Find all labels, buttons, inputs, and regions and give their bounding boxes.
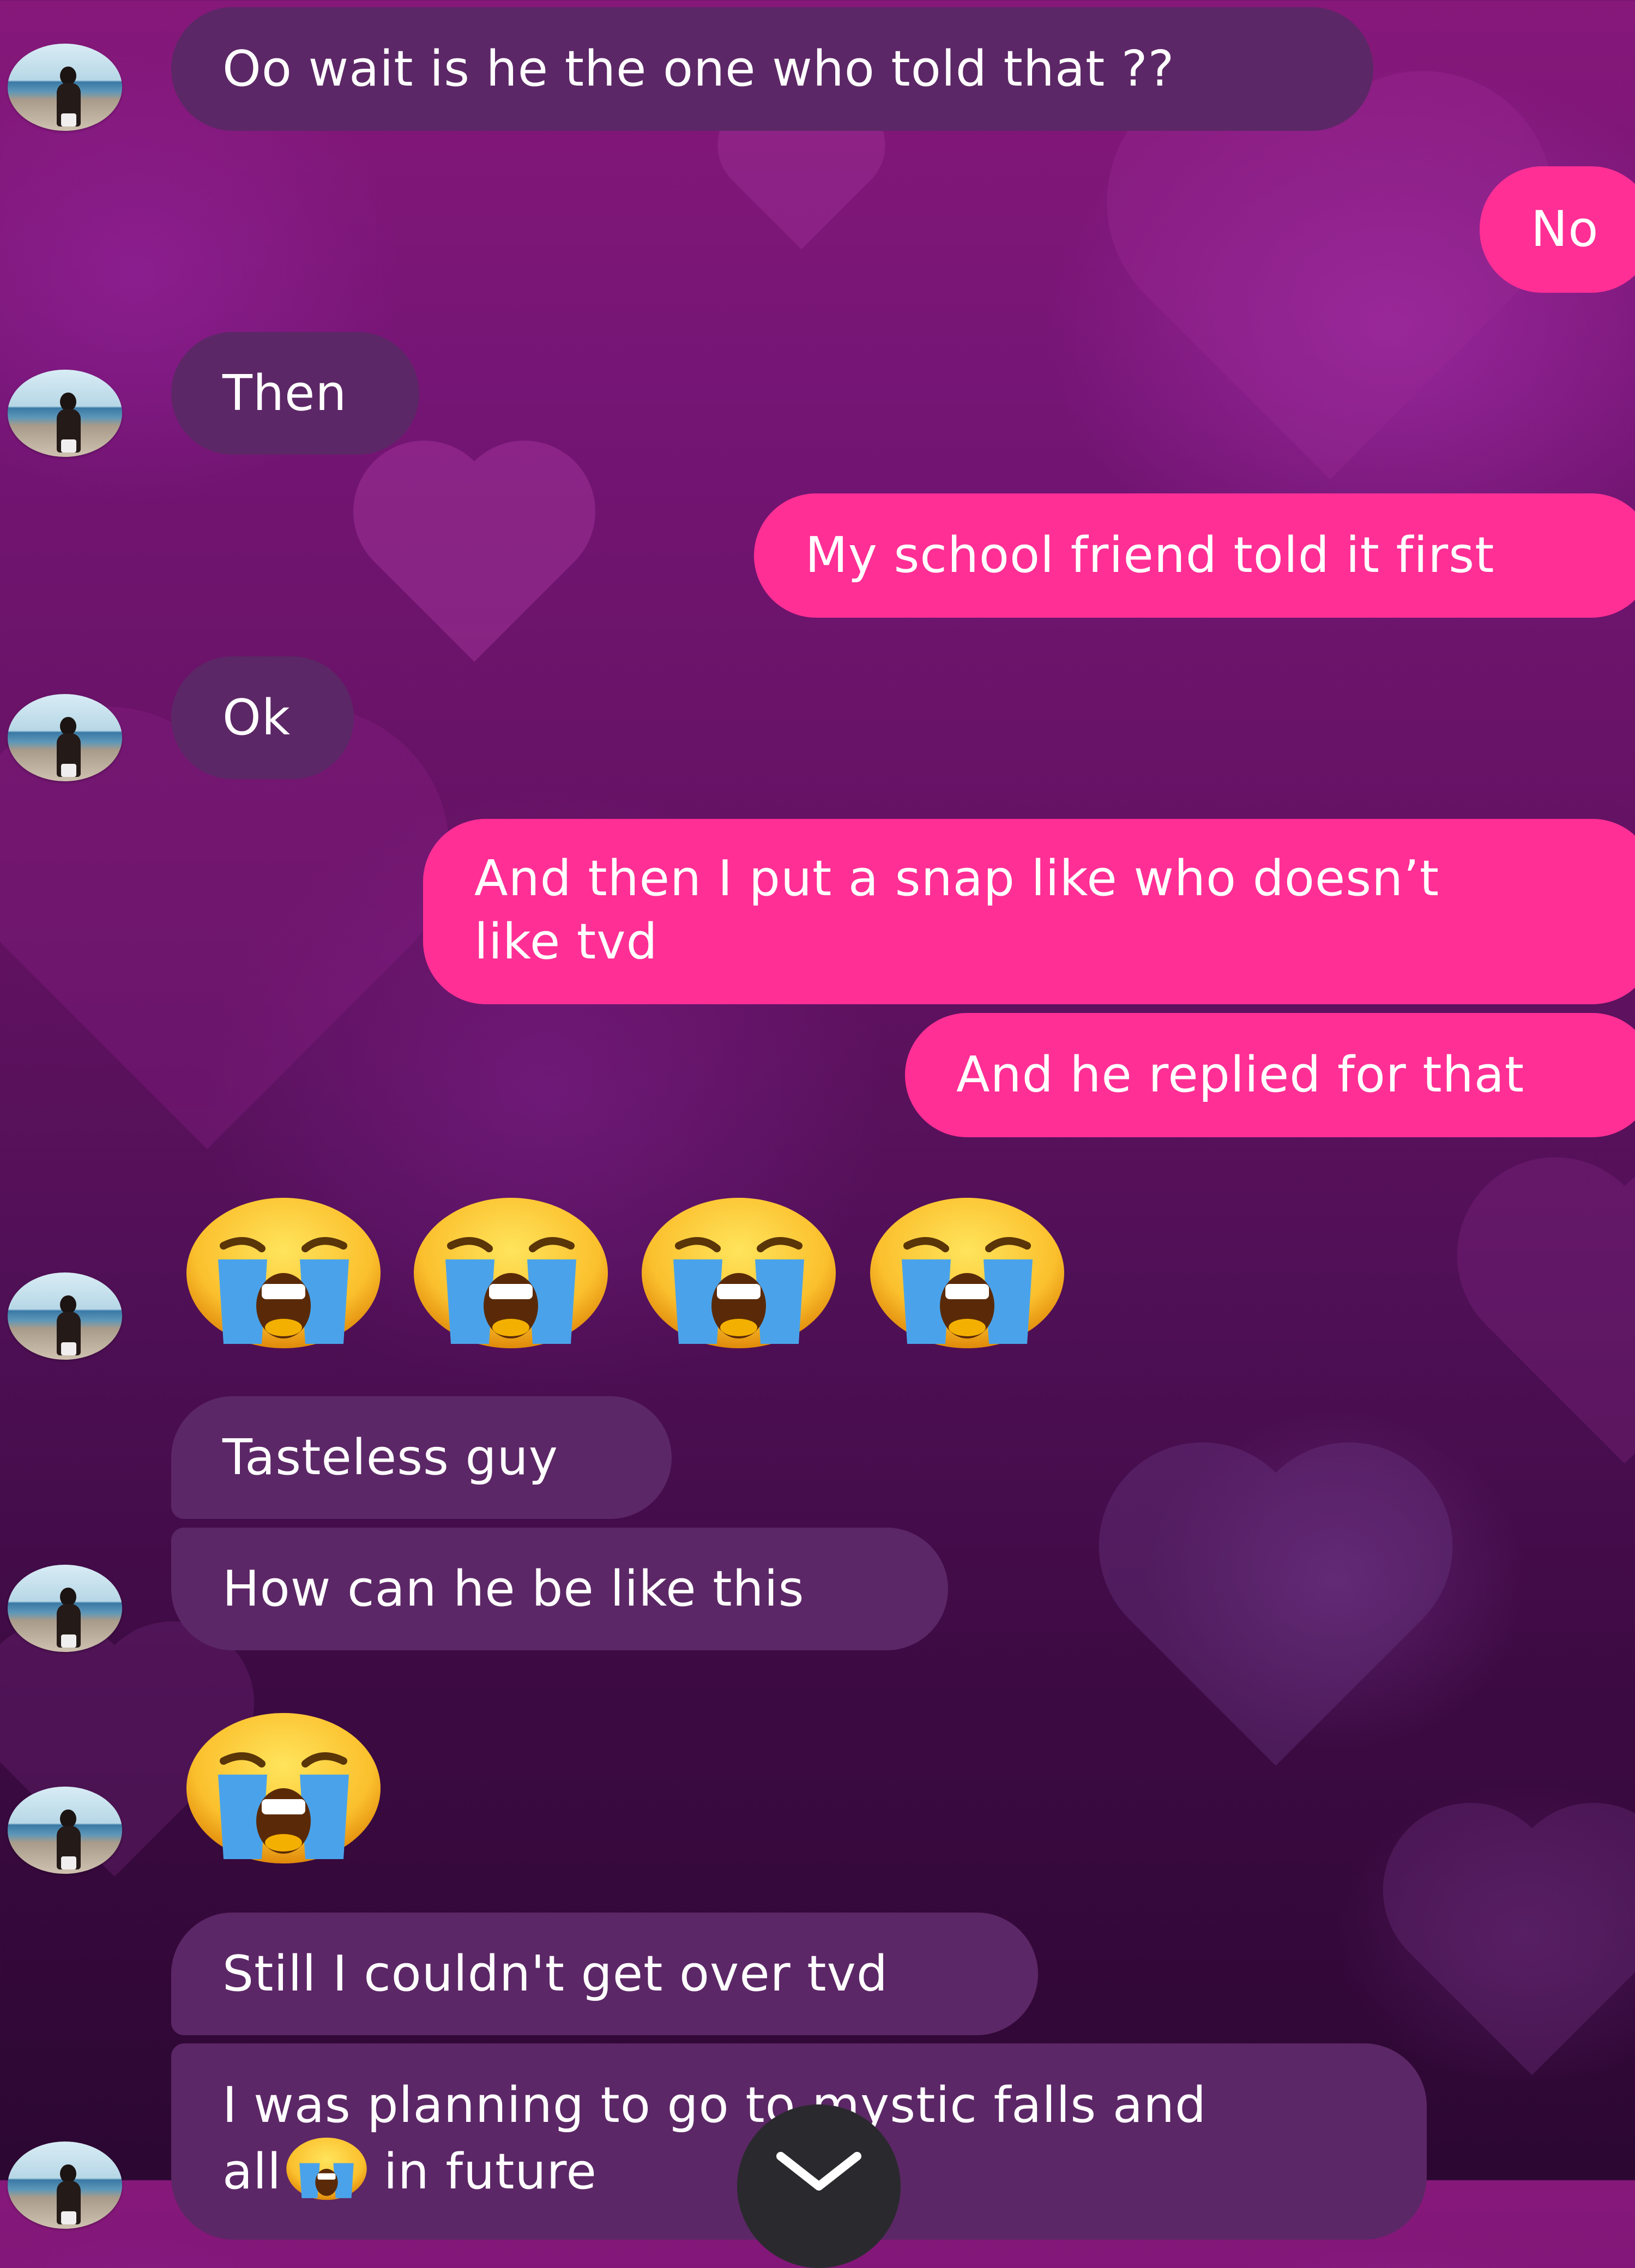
message-bubble-outgoing[interactable]: No [1480,166,1635,293]
message-bubble-outgoing[interactable]: My school friend told it first [754,493,1635,618]
message-bubble-incoming[interactable]: Then [171,332,419,455]
avatar[interactable] [8,694,122,781]
message-text: in future [367,2143,597,2200]
avatar[interactable] [8,1272,122,1360]
loudly-crying-face-icon [186,1198,381,1348]
message-bubble-outgoing[interactable]: And then I put a snap like who doesn’t l… [423,819,1635,1004]
message-bubble-incoming[interactable]: Ok [171,656,354,779]
message-bubble-incoming[interactable]: Tasteless guy [171,1396,672,1519]
avatar[interactable] [8,1787,122,1874]
message-text-line: And then I put a snap like who doesn’t [474,850,1440,907]
loudly-crying-face-icon [870,1198,1064,1348]
message-bubble-incoming[interactable]: How can he be like this [171,1528,948,1650]
message-bubble-outgoing[interactable]: And he replied for that [905,1013,1635,1137]
loudly-crying-face-icon [186,1713,381,1863]
scroll-to-bottom-button[interactable] [737,2104,901,2268]
loudly-crying-face-icon [286,2137,367,2200]
avatar[interactable] [8,2142,122,2229]
avatar[interactable] [8,370,122,457]
message-bubble-incoming[interactable]: Still I couldn't get over tvd [171,1913,1038,2035]
chevron-down-icon [776,2152,861,2191]
message-bubble-incoming[interactable]: Oo wait is he the one who told that ?? [171,7,1373,131]
loudly-crying-face-icon [642,1198,836,1348]
loudly-crying-face-icon [414,1198,608,1348]
message-text: all [222,2143,282,2200]
avatar[interactable] [8,1565,122,1652]
avatar[interactable] [8,44,122,131]
message-text-line: like tvd [474,913,658,970]
